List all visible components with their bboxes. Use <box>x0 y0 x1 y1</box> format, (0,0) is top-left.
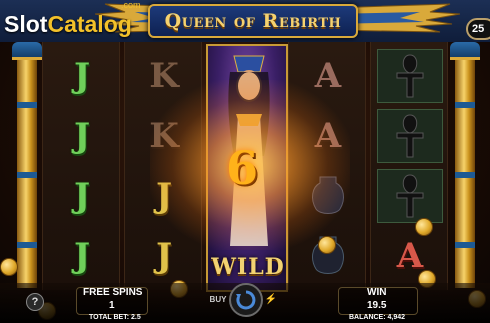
ankh-icon <box>396 114 424 158</box>
ankh-symbol-cell <box>371 46 449 106</box>
symbol-cell: J <box>43 106 121 166</box>
wild-multiplier-counter: 6 <box>225 141 258 195</box>
win-value: 19.5 <box>367 300 387 311</box>
symbol-cell: J <box>125 166 203 226</box>
symbol-cell: A <box>289 46 367 106</box>
symbol-j: J <box>73 116 91 156</box>
vase-symbol-cell <box>289 226 367 286</box>
free-spins-value: 1 <box>109 300 115 311</box>
symbol-cell: K <box>125 46 203 106</box>
symbol-cell: J <box>43 46 121 106</box>
symbol-j: J <box>155 176 173 216</box>
game-title-plate: Queen of Rebirth <box>148 4 358 38</box>
gold-coin-icon <box>415 218 433 236</box>
wild-label: WILD <box>211 254 285 280</box>
ankh-symbol-cell <box>371 166 449 226</box>
symbol-cell: A <box>371 226 449 286</box>
balance-display: BALANCE: 4,942 <box>349 314 406 321</box>
vase-icon <box>312 176 344 214</box>
reel-1: J J J J <box>42 42 120 290</box>
logo-catalog-text: Catalog <box>47 11 132 37</box>
ankh-icon <box>396 54 424 98</box>
right-pillar <box>450 42 480 292</box>
lines-badge: 25 <box>466 18 490 40</box>
ankh-symbol-cell <box>371 106 449 166</box>
logo-slot-text: Slot <box>4 11 48 37</box>
game-stage: Queen of Rebirth Slot Catalog .com 25 J … <box>0 0 490 323</box>
spin-refresh-icon <box>236 290 256 310</box>
symbol-cell: J <box>43 166 121 226</box>
left-pillar <box>12 42 42 292</box>
symbol-k: K <box>149 116 179 156</box>
symbol-j: J <box>73 176 91 216</box>
symbol-a: A <box>314 116 342 156</box>
info-button[interactable]: ? <box>26 293 44 311</box>
symbol-j: J <box>73 56 91 96</box>
symbol-k: K <box>149 56 179 96</box>
reel-5: A <box>370 42 448 290</box>
symbol-j: J <box>155 236 173 276</box>
symbol-j: J <box>73 236 91 276</box>
gold-coin-icon <box>0 258 18 276</box>
symbol-cell: A <box>289 106 367 166</box>
free-spins-label: FREE SPINS <box>83 287 143 298</box>
slotcatalog-logo: Slot Catalog <box>4 6 132 38</box>
symbol-cell: J <box>43 226 121 286</box>
spin-button[interactable] <box>229 283 263 317</box>
total-bet-display: TOTAL BET: 2.5 <box>89 314 141 321</box>
turbo-icon[interactable]: ⚡ <box>264 292 278 306</box>
gold-coin-icon <box>318 236 336 254</box>
symbol-cell: J <box>125 226 203 286</box>
win-label: WIN <box>367 287 387 298</box>
symbol-cell: K <box>125 106 203 166</box>
symbol-a: A <box>314 56 342 96</box>
vase-symbol-cell <box>289 166 367 226</box>
buy-feature-button[interactable]: BUY <box>204 290 232 308</box>
reel-2: K K J J <box>124 42 202 290</box>
symbol-a: A <box>396 236 424 276</box>
ankh-icon <box>396 174 424 218</box>
logo-com-text: .com <box>121 0 141 10</box>
game-title: Queen of Rebirth <box>164 10 342 32</box>
